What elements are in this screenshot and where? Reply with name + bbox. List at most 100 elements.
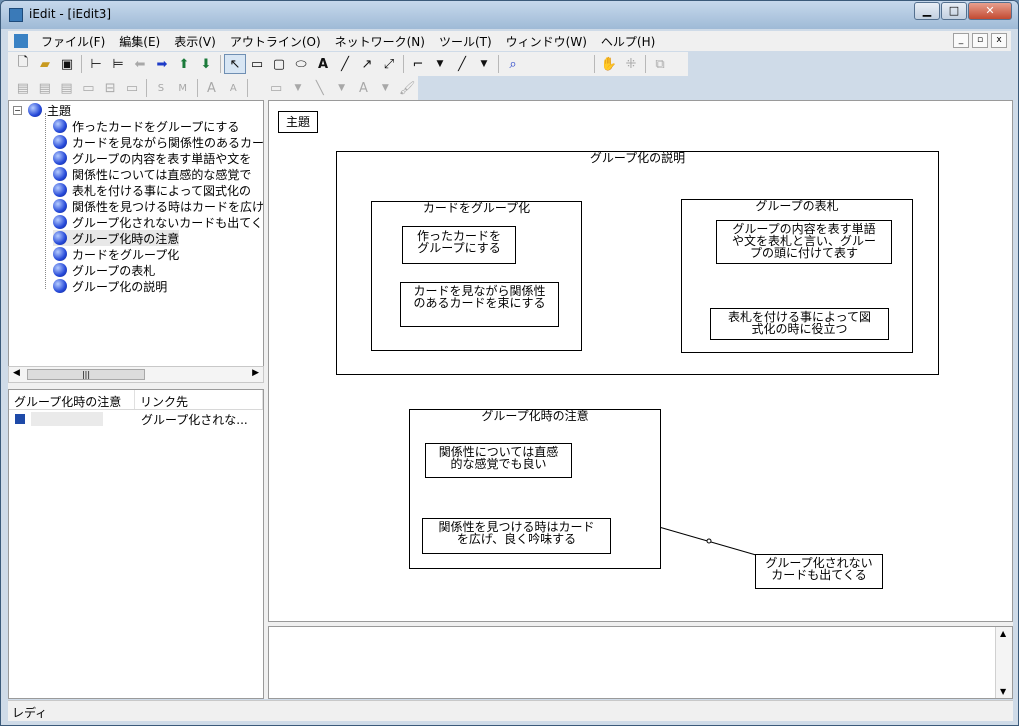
menu-file[interactable]: ファイル(F) xyxy=(34,33,112,50)
minimize-button[interactable]: ▁ xyxy=(914,2,940,20)
tree-root[interactable]: − 主題 xyxy=(13,102,71,118)
scroll-down-icon[interactable]: ▼ xyxy=(1000,687,1006,696)
scroll-up-icon[interactable]: ▲ xyxy=(1000,629,1006,638)
tree-item[interactable]: 関係性を見つける時はカードを広け xyxy=(53,198,263,214)
arrow-left-icon[interactable]: ⬅ xyxy=(129,54,151,74)
outline-tree[interactable]: − 主題 作ったカードをグループにする カードを見ながら関係性のあるカー グルー… xyxy=(8,100,264,368)
zoom-fit-icon[interactable]: ⁜ xyxy=(620,54,642,74)
tree-item-selected[interactable]: グループ化時の注意 xyxy=(53,230,180,246)
link-column-source[interactable]: グループ化時の注意 xyxy=(9,390,135,409)
dropdown-icon[interactable]: ▼ xyxy=(287,78,309,98)
card-label-desc[interactable]: グループの内容を表す単語 や文を表札と言い、グルー プの頭に付けて表す xyxy=(716,220,892,264)
align-right-icon[interactable]: ▭ xyxy=(121,78,143,98)
maximize-button[interactable]: □ xyxy=(941,2,967,20)
card-intuition[interactable]: 関係性については直感 的な感覚でも良い xyxy=(425,443,572,478)
same-size-icon[interactable]: S xyxy=(150,78,172,98)
scroll-left-icon[interactable]: ◀ xyxy=(13,368,20,378)
line-style-icon[interactable]: ╱ xyxy=(451,54,473,74)
line-tool-icon[interactable]: ╱ xyxy=(334,54,356,74)
memo-editor[interactable]: ▲ ▼ xyxy=(268,626,1013,699)
tree-item-label: カードをグループ化 xyxy=(72,247,180,262)
tree-item-label: グループ化時の注意 xyxy=(72,231,180,246)
tree-item-label: 作ったカードをグループにする xyxy=(72,119,240,134)
tree-item[interactable]: カードを見ながら関係性のあるカー xyxy=(53,134,264,150)
tree-item[interactable]: 作ったカードをグループにする xyxy=(53,118,239,134)
mdi-restore-button[interactable]: ▫ xyxy=(972,33,988,48)
arrow-up-icon[interactable]: ⬆ xyxy=(173,54,195,74)
window-title: iEdit - [iEdit3] xyxy=(29,7,112,21)
menu-view[interactable]: 表示(V) xyxy=(167,33,223,50)
scrollbar-thumb[interactable]: ||| xyxy=(27,369,145,380)
max-size-icon[interactable]: M xyxy=(172,78,194,98)
mdi-minimize-button[interactable]: _ xyxy=(953,33,969,48)
arrow-down-icon[interactable]: ⬇ xyxy=(195,54,217,74)
tree-item[interactable]: グループの内容を表す単語や文を xyxy=(53,150,251,166)
align-bottom-icon[interactable]: ▤ xyxy=(56,78,78,98)
search-icon[interactable]: ⌕ xyxy=(502,54,524,74)
link-column-target[interactable]: リンク先 xyxy=(135,390,263,409)
tree-item[interactable]: グループの表札 xyxy=(53,262,155,278)
node-ball-icon xyxy=(28,103,42,117)
tree-item[interactable]: カードをグループ化 xyxy=(53,246,179,262)
align-center-icon[interactable]: ⊟ xyxy=(99,78,121,98)
dropdown-icon[interactable]: ▼ xyxy=(374,78,396,98)
tree-horizontal-scrollbar[interactable]: ◀ ||| ▶ xyxy=(8,366,264,383)
card-examine[interactable]: 関係性を見つける時はカード を広げ、良く吟味する xyxy=(422,518,611,554)
menu-network[interactable]: ネットワーク(N) xyxy=(328,33,432,50)
layout-icon[interactable]: ⧉ xyxy=(649,54,671,74)
tree-item[interactable]: グループ化されないカードも出てく xyxy=(53,214,263,230)
scroll-right-icon[interactable]: ▶ xyxy=(252,368,259,378)
align-left-icon[interactable]: ▭ xyxy=(77,78,99,98)
line-color-icon[interactable]: ╲ xyxy=(309,78,331,98)
menu-edit[interactable]: 編集(E) xyxy=(112,33,167,50)
menu-tools[interactable]: ツール(T) xyxy=(432,33,499,50)
tree-item[interactable]: 表札を付ける事によって図式化の xyxy=(53,182,251,198)
group-card[interactable]: カードをグループ化 xyxy=(371,201,582,351)
rounded-rect-tool-icon[interactable]: ▢ xyxy=(268,54,290,74)
rectangle-tool-icon[interactable]: ▭ xyxy=(246,54,268,74)
memo-vertical-scrollbar[interactable]: ▲ ▼ xyxy=(995,627,1012,698)
font-color-icon[interactable]: A xyxy=(353,78,375,98)
text-tool-icon[interactable]: A xyxy=(312,54,334,74)
open-folder-icon[interactable]: ▰ xyxy=(34,54,56,74)
menu-outline[interactable]: アウトライン(O) xyxy=(223,33,328,50)
select-cursor-icon[interactable]: ↖ xyxy=(224,54,246,74)
root-node[interactable]: 主題 xyxy=(278,111,318,133)
tree-item-label: カードを見ながら関係性のあるカー xyxy=(72,135,264,150)
menu-window[interactable]: ウィンドウ(W) xyxy=(499,33,594,50)
link-style-icon[interactable]: ⌐ xyxy=(407,54,429,74)
link-source-cell xyxy=(31,412,103,426)
collapse-icon[interactable]: − xyxy=(13,105,22,115)
link-row[interactable]: グループ化されな... xyxy=(9,410,263,428)
new-file-icon[interactable]: 🗋 xyxy=(12,54,34,74)
double-arrow-tool-icon[interactable]: ⤢ xyxy=(378,54,400,74)
card-make-group[interactable]: 作ったカードを グループにする xyxy=(402,226,516,264)
card-label-benefit[interactable]: 表札を付ける事によって図 式化の時に役立つ xyxy=(710,308,889,340)
font-grow-icon[interactable]: A xyxy=(201,78,223,98)
dropdown-icon[interactable]: ▼ xyxy=(331,78,353,98)
arrow-right-icon[interactable]: ➡ xyxy=(151,54,173,74)
menu-help[interactable]: ヘルプ(H) xyxy=(594,33,662,50)
tree-item[interactable]: 関係性については直感的な感覚で xyxy=(53,166,251,182)
arrow-line-tool-icon[interactable]: ↗ xyxy=(356,54,378,74)
mdi-close-button[interactable]: x xyxy=(991,33,1007,48)
save-icon[interactable]: ▣ xyxy=(56,54,78,74)
close-button[interactable]: ✕ xyxy=(968,2,1012,20)
hand-icon[interactable]: ✋ xyxy=(598,54,620,74)
add-sibling-icon[interactable]: ⊨ xyxy=(107,54,129,74)
dropdown-icon[interactable]: ▼ xyxy=(429,54,451,74)
ellipse-tool-icon[interactable]: ⬭ xyxy=(290,54,312,74)
font-shrink-icon[interactable]: A xyxy=(222,78,244,98)
card-bundle[interactable]: カードを見ながら関係性 のあるカードを束にする xyxy=(400,282,559,327)
tree-item[interactable]: グループ化の説明 xyxy=(53,278,167,294)
group-card-title: カードをグループ化 xyxy=(422,201,531,215)
doc-icon[interactable] xyxy=(14,34,28,48)
add-child-icon[interactable]: ⊢ xyxy=(85,54,107,74)
align-middle-icon[interactable]: ▤ xyxy=(34,78,56,98)
network-canvas[interactable]: 主題 グループ化の説明 カードをグループ化 グループの表札 グループ化時の注意 … xyxy=(268,100,1013,622)
fill-color-icon[interactable]: ▭ xyxy=(265,78,287,98)
format-painter-icon[interactable]: 🖌 xyxy=(396,78,418,98)
align-top-icon[interactable]: ▤ xyxy=(12,78,34,98)
card-ungrouped[interactable]: グループ化されない カードも出てくる xyxy=(755,554,883,589)
dropdown-icon[interactable]: ▼ xyxy=(473,54,495,74)
